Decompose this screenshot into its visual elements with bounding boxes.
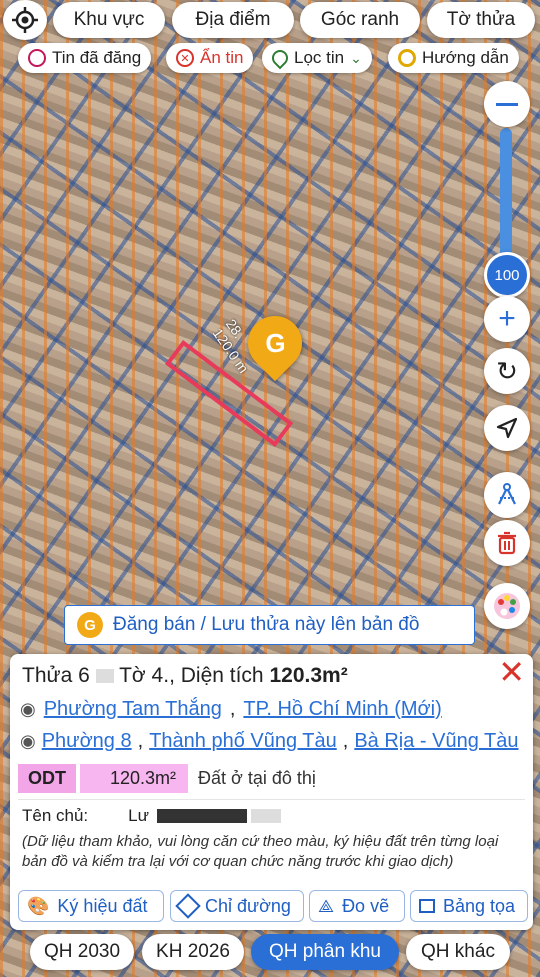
disclaimer-note: (Dữ liệu tham khảo, vui lòng căn cứ theo…	[22, 833, 499, 870]
refresh-icon: ↻	[496, 355, 518, 386]
palette-icon	[494, 593, 520, 619]
location-outline-icon: ◉	[20, 699, 36, 719]
tab-qh-phan-khu[interactable]: QH phân khu	[251, 934, 399, 970]
navigation-arrow-icon	[496, 417, 518, 439]
delete-button[interactable]	[484, 520, 530, 566]
land-symbol-button[interactable]: 🎨 Ký hiệu đất	[18, 890, 164, 922]
posted-listings-chip[interactable]: Tin đã đăng	[18, 43, 152, 73]
posted-label: Tin đã đăng	[52, 48, 142, 67]
filter-listings-chip[interactable]: Lọc tin ⌄	[262, 43, 372, 73]
directions-icon	[175, 893, 201, 919]
owner-value: Lư	[128, 806, 149, 825]
new-address-row: ◉ Phường Tam Thắng, TP. Hồ Chí Minh (Mới…	[20, 698, 442, 721]
land-code-badge: ODT	[18, 764, 76, 793]
post-parcel-banner[interactable]: G Đăng bán / Lưu thửa này lên bản đồ	[64, 605, 475, 645]
close-circle-icon: ✕	[176, 49, 194, 67]
old-province-link[interactable]: Bà Rịa - Vũng Tàu	[354, 730, 518, 753]
redacted-block	[157, 809, 247, 823]
locate-me-button[interactable]	[3, 0, 47, 40]
land-desc: Đất ở tại đô thị	[198, 768, 316, 788]
filter-parcel-sheet-button[interactable]: Tờ thửa	[427, 2, 535, 38]
hidden-listings-chip[interactable]: ✕ Ẩn tin	[166, 43, 254, 73]
compass-draw-icon	[498, 483, 516, 505]
guide-chip[interactable]: Hướng dẫn	[388, 43, 519, 73]
zoom-in-button[interactable]: +	[484, 296, 530, 342]
parcel-title: Thửa 6 Tờ 4., Diện tích 120.3m²	[22, 664, 348, 687]
guide-icon	[398, 49, 416, 67]
close-panel-button[interactable]: ✕	[498, 654, 525, 690]
filter-area-button[interactable]: Khu vực	[53, 2, 165, 38]
navigate-button[interactable]	[484, 405, 530, 451]
measure-tool-button[interactable]	[484, 472, 530, 518]
new-ward-link[interactable]: Phường Tam Thắng	[44, 698, 222, 721]
redacted-block	[251, 809, 281, 823]
tab-kh-2026[interactable]: KH 2026	[142, 934, 244, 970]
parcel-info-panel: Thửa 6 Tờ 4., Diện tích 120.3m² ✕ ◉ Phườ…	[10, 654, 533, 930]
trash-icon	[498, 531, 516, 555]
palette-icon: 🎨	[27, 895, 50, 916]
owner-label: Tên chủ:	[22, 806, 89, 825]
directions-button[interactable]: Chỉ đường	[170, 890, 304, 922]
app-logo-icon: G	[77, 612, 103, 638]
refresh-button[interactable]: ↻	[484, 348, 530, 394]
zoom-level-value: 100	[494, 266, 520, 284]
plus-icon: +	[498, 302, 516, 335]
divider	[18, 799, 525, 800]
chevron-down-icon: ⌄	[350, 49, 362, 66]
crosshair-icon	[12, 7, 38, 33]
posted-icon	[28, 49, 46, 67]
land-area-badge: 120.3m²	[80, 764, 189, 793]
compass-draw-icon: ⟁	[318, 895, 335, 916]
new-city-link[interactable]: TP. Hồ Chí Minh (Mới)	[243, 698, 441, 721]
filter-corner-button[interactable]: Góc ranh	[300, 2, 420, 38]
coordinate-table-button[interactable]: Bảng tọa	[410, 890, 528, 922]
hidden-label: Ẩn tin	[200, 48, 244, 67]
zoom-out-button[interactable]	[484, 81, 530, 127]
tab-qh-khac[interactable]: QH khác	[406, 934, 510, 970]
map-marker-icon	[268, 46, 292, 70]
map-style-button[interactable]	[484, 583, 530, 629]
land-type-row: ODT 120.3m² Đất ở tại đô thị	[18, 764, 316, 793]
old-address-row: ◉ Phường 8, Thành phố Vũng Tàu, Bà Rịa -…	[20, 730, 519, 753]
filter-label: Lọc tin	[294, 48, 345, 67]
filter-location-button[interactable]: Địa điểm	[172, 2, 294, 38]
post-banner-label: Đăng bán / Lưu thửa này lên bản đồ	[113, 614, 420, 635]
measure-button[interactable]: ⟁ Đo vẽ	[309, 890, 405, 922]
old-city-link[interactable]: Thành phố Vũng Tàu	[149, 730, 337, 753]
table-icon	[419, 899, 435, 913]
guide-label: Hướng dẫn	[422, 48, 509, 67]
location-outline-icon: ◉	[20, 731, 36, 751]
old-ward-link[interactable]: Phường 8	[42, 730, 132, 753]
minus-icon	[496, 102, 518, 106]
tab-qh-2030[interactable]: QH 2030	[30, 934, 134, 970]
redacted-block	[95, 669, 114, 684]
owner-row: Tên chủ: Lư	[22, 806, 281, 826]
zoom-level-indicator[interactable]: 100	[484, 252, 530, 298]
